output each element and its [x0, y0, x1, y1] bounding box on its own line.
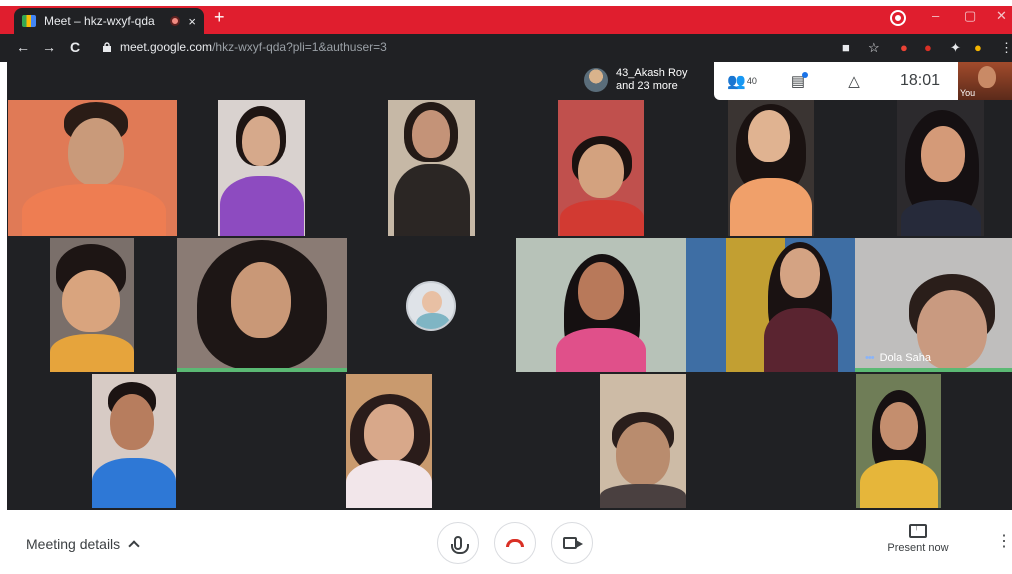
participant-indicator[interactable]: 43_Akash Roy and 23 more [578, 62, 713, 98]
participant-name: Dola Saha [879, 352, 931, 364]
microphone-button[interactable] [437, 522, 479, 564]
speaking-indicator [855, 368, 1012, 372]
tab-meet[interactable]: Meet – hkz-wxyf-qda × [14, 8, 204, 34]
meet-top-bar: 👥 40 ▤ △ 18:01 [714, 62, 958, 100]
camera-icon [563, 537, 583, 549]
participant-avatar[interactable] [406, 281, 456, 331]
meeting-details-button[interactable]: Meeting details [26, 536, 140, 552]
ublock-icon[interactable]: ● [924, 40, 932, 55]
tab-strip: Meet – hkz-wxyf-qda × + – ▢ ✕ [0, 0, 1012, 34]
meeting-details-label: Meeting details [26, 536, 121, 552]
video-tile[interactable] [388, 100, 475, 236]
chevron-up-icon [128, 540, 140, 552]
close-window-button[interactable]: ✕ [996, 8, 1007, 24]
video-tile[interactable] [177, 238, 347, 372]
video-tile[interactable]: ••• Dola Saha [855, 238, 1012, 372]
clock: 18:01 [899, 72, 941, 89]
meet-bottom-bar: Meeting details Present now ⋮ [0, 510, 1012, 574]
video-tile[interactable] [516, 238, 686, 372]
hang-up-icon [506, 539, 524, 547]
unread-dot [802, 72, 808, 78]
shapes-icon: △ [848, 73, 860, 90]
present-now-button[interactable]: Present now [878, 522, 958, 554]
leave-call-button[interactable] [494, 522, 536, 564]
activities-button[interactable]: △ [826, 62, 882, 100]
participant-name-label: ••• Dola Saha [865, 352, 931, 364]
participant-more: and 23 more [616, 80, 678, 92]
present-now-label: Present now [887, 542, 949, 554]
video-tile[interactable] [218, 100, 305, 236]
video-tile[interactable] [50, 238, 134, 372]
extensions-puzzle-icon[interactable]: ✦ [950, 40, 961, 56]
browser-window: Meet – hkz-wxyf-qda × + – ▢ ✕ ← → C meet… [0, 0, 1012, 574]
close-tab-icon[interactable]: × [188, 14, 196, 29]
speaking-indicator [177, 368, 347, 372]
self-label: You [960, 88, 976, 98]
chat-button[interactable]: ▤ [770, 62, 826, 100]
meet-favicon-icon [22, 15, 36, 27]
maximize-button[interactable]: ▢ [964, 8, 976, 24]
lock-icon [103, 42, 111, 52]
profile-avatar-icon[interactable]: ● [974, 40, 982, 55]
video-tile[interactable] [728, 100, 814, 236]
back-button[interactable]: ← [16, 39, 30, 55]
microphone-icon [451, 536, 469, 554]
video-tile[interactable] [897, 100, 984, 236]
camera-button[interactable] [551, 522, 593, 564]
avatar [584, 68, 608, 92]
recording-indicator-icon [170, 16, 181, 26]
address-bar: ← → C meet.google.com/hkz-wxyf-qda?pli=1… [0, 34, 1012, 62]
more-options-icon[interactable]: ⋮ [996, 534, 1012, 550]
people-button[interactable]: 👥 40 [714, 62, 770, 100]
participant-name: 43_Akash Roy [616, 67, 688, 79]
camera-permission-icon[interactable]: ■ [842, 40, 850, 55]
tab-title: Meet – hkz-wxyf-qda [44, 14, 155, 28]
reload-button[interactable]: C [70, 39, 80, 55]
minimize-button[interactable]: – [932, 8, 939, 23]
video-tile[interactable] [92, 374, 176, 508]
video-tile[interactable] [600, 374, 686, 508]
new-tab-button[interactable]: + [214, 8, 225, 26]
present-screen-icon [909, 522, 927, 538]
browser-menu-icon[interactable]: ⋮ [1000, 40, 1012, 56]
video-tile[interactable] [558, 100, 644, 236]
url-field[interactable]: meet.google.com/hkz-wxyf-qda?pli=1&authu… [120, 40, 387, 54]
forward-button[interactable]: → [42, 39, 56, 55]
bookmark-star-icon[interactable]: ☆ [868, 40, 880, 56]
people-count: 40 [746, 76, 757, 86]
video-tile[interactable] [686, 238, 855, 372]
video-tile[interactable] [8, 100, 177, 236]
speaking-dots-icon: ••• [865, 352, 875, 364]
video-tile[interactable] [856, 374, 941, 508]
profile-indicator-icon[interactable] [892, 12, 904, 24]
self-view-tile[interactable]: You [958, 62, 1012, 100]
extension-icon[interactable]: ● [900, 40, 908, 55]
people-icon: 👥 [727, 73, 746, 90]
video-tile[interactable] [346, 374, 432, 508]
